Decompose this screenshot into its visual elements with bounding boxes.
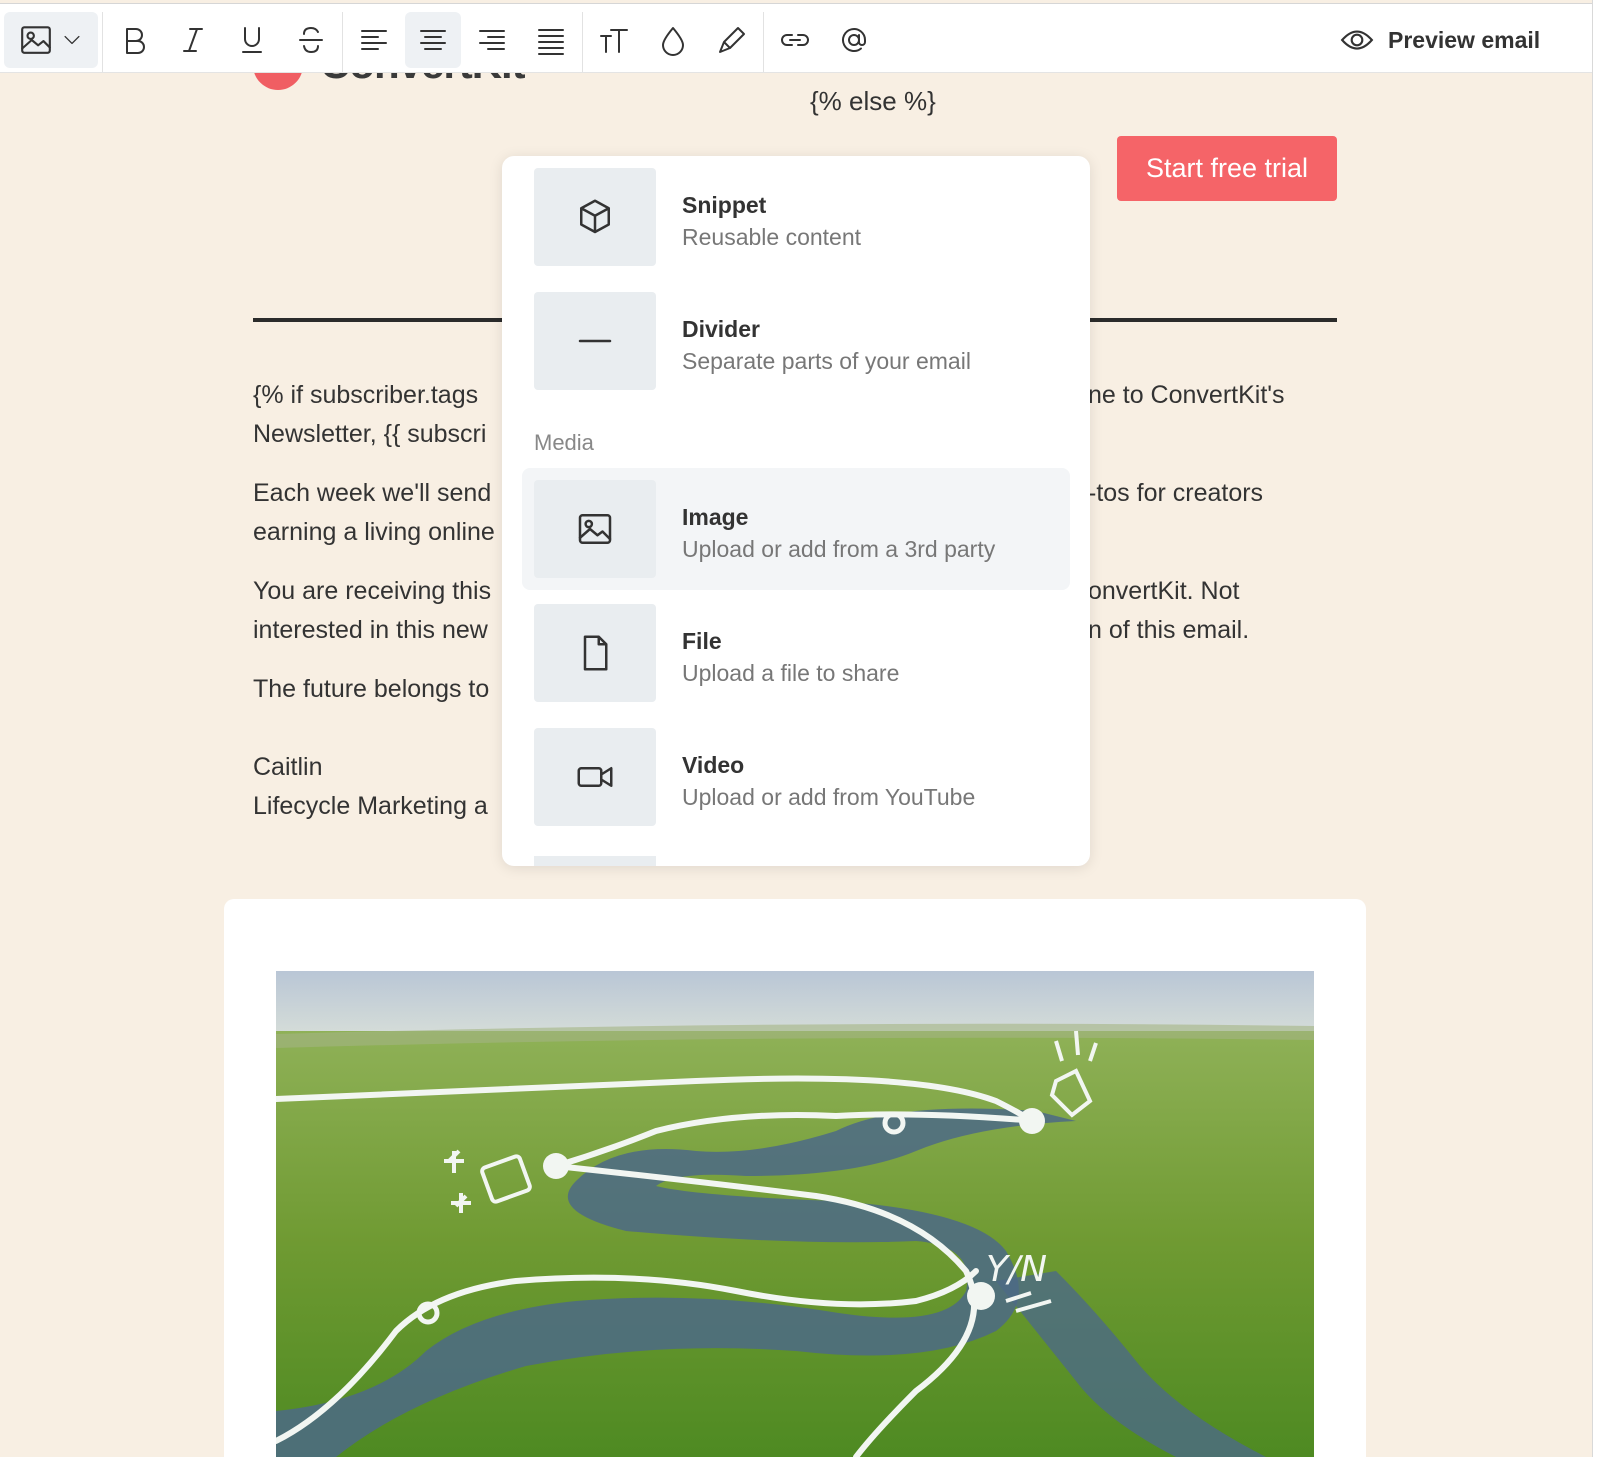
menu-icon-box — [534, 604, 656, 702]
align-center-button[interactable] — [405, 12, 461, 68]
menu-item-description: Upload or add from YouTube — [682, 784, 976, 810]
menu-item-description: Upload or add from a 3rd party — [682, 536, 996, 562]
menu-item-snippet[interactable]: Snippet Reusable content — [522, 156, 1070, 278]
text-color-button[interactable] — [645, 12, 701, 68]
file-icon — [583, 635, 608, 671]
align-justify-icon — [538, 29, 564, 55]
menu-icon-box — [534, 728, 656, 826]
align-left-button[interactable] — [346, 12, 402, 68]
minus-icon — [578, 339, 612, 343]
river-landscape-illustration: Y/N — [276, 971, 1314, 1457]
bold-icon — [126, 28, 145, 54]
menu-item-divider[interactable]: Divider Separate parts of your email — [522, 280, 1070, 402]
menu-icon-box — [534, 168, 656, 266]
underline-button[interactable] — [224, 12, 280, 68]
template-else-tag[interactable]: {% else %} — [810, 86, 936, 117]
insert-block-menu: Snippet Reusable content Divider Separat… — [502, 156, 1090, 866]
toolbar-separator — [102, 12, 103, 72]
menu-item-title: File — [682, 628, 722, 654]
image-dropdown-button[interactable] — [4, 12, 98, 68]
menu-item-video[interactable]: Video Upload or add from YouTube — [522, 716, 1070, 838]
menu-item-description: Separate parts of your email — [682, 348, 971, 374]
menu-item-title: Divider — [682, 316, 760, 342]
menu-item-description: Upload a file to share — [682, 660, 900, 686]
link-button[interactable] — [767, 12, 823, 68]
image-icon — [578, 514, 612, 544]
strikethrough-icon — [299, 27, 323, 53]
email-canvas: ConvertKit {% else %} Start free trial {… — [0, 0, 1593, 1457]
start-free-trial-button[interactable]: Start free trial — [1117, 136, 1337, 201]
menu-item-file[interactable]: File Upload a file to share — [522, 592, 1070, 714]
link-icon — [781, 34, 809, 46]
cube-icon — [580, 199, 610, 234]
media-section-heading: Media — [534, 430, 594, 455]
menu-item-description: Reusable content — [682, 224, 862, 250]
align-right-icon — [479, 30, 505, 50]
hero-image[interactable]: Y/N — [276, 971, 1314, 1457]
at-sign-icon — [842, 28, 866, 52]
align-right-button[interactable] — [464, 12, 520, 68]
preview-email-button[interactable]: Preview email — [1340, 16, 1540, 64]
mention-button[interactable] — [826, 12, 882, 68]
align-left-icon — [361, 30, 387, 50]
align-justify-button[interactable] — [523, 12, 579, 68]
video-camera-icon — [577, 767, 613, 787]
text-size-button[interactable] — [586, 12, 642, 68]
menu-item-image[interactable]: Image Upload or add from a 3rd party — [522, 468, 1070, 590]
editor-toolbar: Preview email — [0, 3, 1592, 73]
menu-icon-box — [534, 292, 656, 390]
align-center-icon — [420, 30, 446, 50]
preview-email-label: Preview email — [1388, 26, 1541, 53]
highlighter-icon — [719, 27, 745, 53]
italic-button[interactable] — [165, 12, 221, 68]
toolbar-separator — [342, 12, 343, 72]
text-size-icon — [600, 29, 628, 53]
highlight-button[interactable] — [704, 12, 760, 68]
menu-item-title: Image — [682, 504, 749, 530]
underline-icon — [242, 27, 262, 53]
toolbar-separator — [582, 12, 583, 72]
italic-icon — [183, 28, 203, 52]
toolbar-separator — [763, 12, 764, 72]
image-icon — [21, 26, 51, 54]
menu-item-partial[interactable] — [534, 856, 656, 866]
droplet-icon — [662, 27, 684, 56]
strikethrough-button[interactable] — [283, 12, 339, 68]
menu-icon-box — [534, 480, 656, 578]
menu-item-title: Video — [682, 752, 745, 778]
menu-item-title: Snippet — [682, 192, 767, 218]
eye-icon — [1340, 30, 1374, 50]
chevron-down-icon — [64, 35, 80, 45]
yes-no-annotation: Y/N — [986, 1249, 1047, 1290]
bold-button[interactable] — [106, 12, 162, 68]
